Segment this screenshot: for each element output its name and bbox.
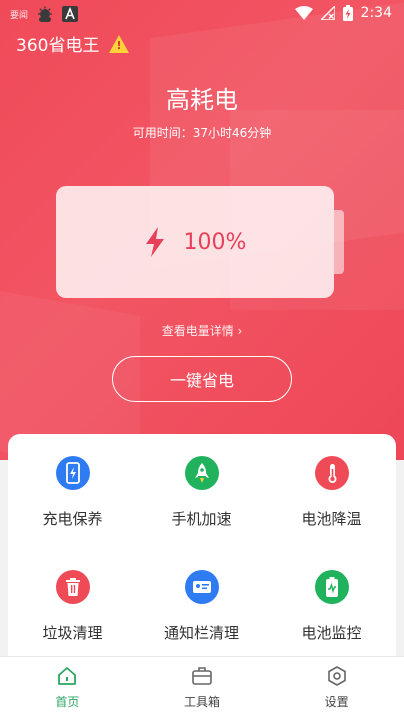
features-card: 充电保养 手机加速 电池降温 垃圾清理 通知栏清理 电池监控: [8, 434, 396, 674]
battery-percent: 100%: [183, 229, 247, 255]
phone-charge-icon: [55, 456, 90, 490]
signal-off-icon: [320, 6, 335, 20]
feature-label: 手机加速: [171, 510, 232, 528]
feature-label: 通知栏清理: [163, 624, 239, 642]
tab-label: 工具箱: [184, 695, 221, 709]
status-time: 2:34: [360, 5, 392, 21]
feature-battery-monitor[interactable]: 电池监控: [267, 548, 396, 658]
hero-header: 要闻 2:34 360省电王 ! 高耗电 可用时间：37小时46分钟 100% …: [0, 0, 404, 460]
notification-a-icon: [62, 6, 79, 22]
thermometer-icon: [314, 456, 349, 490]
wifi-icon: [294, 6, 313, 20]
notification-card-icon: [184, 570, 219, 604]
feature-battery-cooling[interactable]: 电池降温: [267, 434, 396, 544]
warning-glyph: !: [116, 38, 122, 52]
rocket-icon: [184, 456, 219, 490]
bottom-tab-bar: 首页 工具箱 设置: [0, 656, 404, 720]
app-title: 360省电王: [16, 36, 100, 56]
battery-graphic: 100%: [56, 186, 334, 298]
weather-cloud-icon: [38, 6, 53, 22]
feature-charge-care[interactable]: 充电保养: [8, 434, 137, 544]
lightning-bolt-icon: [145, 227, 164, 257]
tab-settings[interactable]: 设置: [269, 657, 404, 720]
battery-status-icon: [342, 5, 353, 21]
feature-label: 垃圾清理: [42, 624, 103, 642]
status-carrier-text: 要闻: [10, 10, 29, 21]
feature-notification-cleanup[interactable]: 通知栏清理: [137, 548, 266, 658]
remaining-time-label: 可用时间：37小时46分钟: [132, 126, 272, 140]
home-icon: [58, 667, 77, 685]
one-click-save-button[interactable]: 一键省电: [112, 356, 292, 402]
settings-icon: [327, 666, 346, 686]
feature-label: 充电保养: [42, 510, 103, 528]
battery-monitor-icon: [314, 570, 349, 604]
power-status-title: 高耗电: [166, 86, 238, 114]
tab-label: 首页: [55, 695, 80, 709]
trash-icon: [55, 570, 90, 604]
tab-home[interactable]: 首页: [0, 657, 135, 720]
battery-cap: [334, 210, 344, 274]
feature-junk-cleanup[interactable]: 垃圾清理: [8, 548, 137, 658]
warning-icon[interactable]: !: [109, 34, 130, 53]
status-bar: 要闻 2:34: [0, 0, 404, 30]
feature-label: 电池降温: [301, 510, 362, 528]
toolbox-icon: [192, 667, 212, 685]
app-header: 360省电王 !: [16, 31, 130, 56]
feature-label: 电池监控: [301, 624, 362, 642]
tab-toolbox[interactable]: 工具箱: [135, 657, 270, 720]
tab-label: 设置: [324, 695, 349, 709]
feature-phone-speedup[interactable]: 手机加速: [137, 434, 266, 544]
battery-details-link[interactable]: 查看电量详情 ›: [0, 322, 404, 339]
